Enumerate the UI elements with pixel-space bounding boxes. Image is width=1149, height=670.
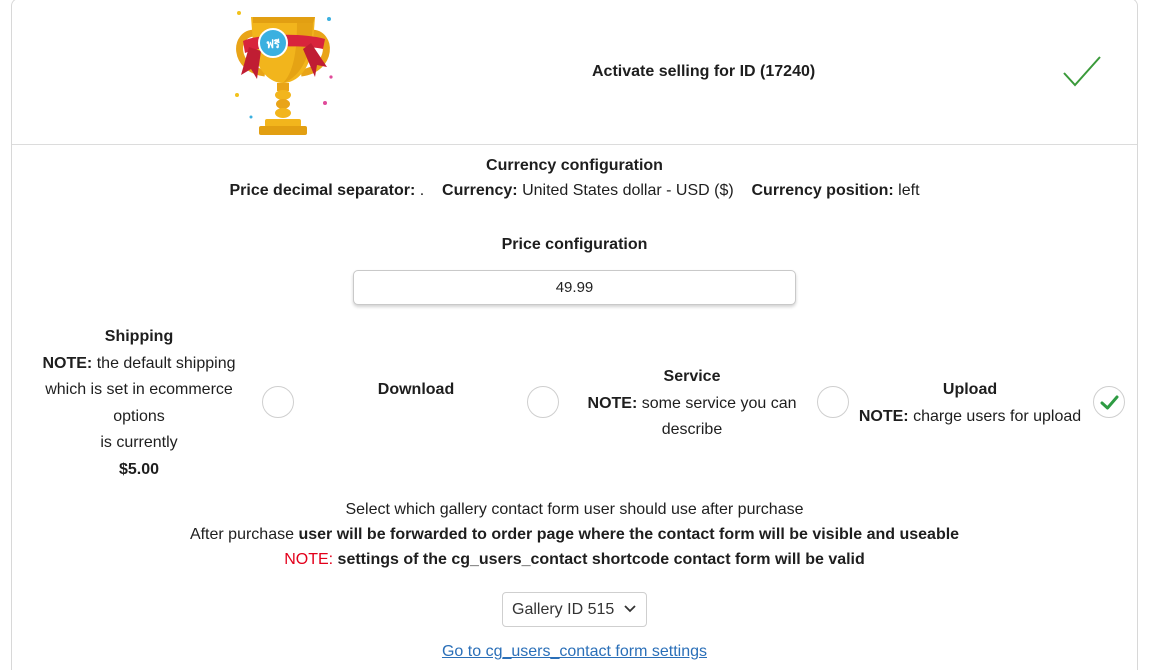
after-purchase-text: user will be forwarded to order page whe… (298, 526, 960, 543)
shipping-note-line1: the default shipping (96, 354, 236, 372)
decimal-separator-label: Price decimal separator: (229, 182, 416, 199)
currency-heading: Currency configuration (486, 157, 663, 174)
service-note-label: NOTE: (587, 394, 638, 412)
shipping-option: Shipping NOTE: the default shipping whic… (28, 324, 250, 483)
shipping-title: Shipping (104, 328, 174, 345)
shipping-amount: $5.00 (118, 460, 160, 478)
contact-form-forward-info: After purchase user will be forwarded to… (0, 526, 1149, 544)
price-heading: Price configuration (501, 236, 648, 253)
upload-radio[interactable] (1093, 386, 1125, 418)
chevron-down-icon (624, 605, 636, 613)
trophy-badge-text: ฟรี (266, 38, 280, 51)
shipping-radio[interactable] (262, 386, 294, 418)
service-note-line1: some service you can (641, 394, 797, 412)
shipping-note-line4: is currently (100, 434, 178, 451)
currency-details: Price decimal separator: . Currency: Uni… (0, 182, 1149, 200)
trophy-icon: ฟรี (235, 11, 333, 135)
decimal-separator-value: . (419, 182, 425, 199)
contact-note-text: settings of the cg_users_contact shortco… (337, 551, 865, 568)
shipping-note-line2: which is set in ecommerce (45, 381, 233, 398)
upload-note: NOTE: charge users for upload (852, 404, 1088, 431)
currency-position-value: left (898, 182, 920, 199)
activate-selling-title: Activate selling for ID (17240) (592, 63, 816, 80)
currency-position-label: Currency position: (751, 182, 894, 199)
service-note: NOTE: some service you can (578, 391, 806, 418)
contact-settings-link-row: Go to cg_users_contact form settings (0, 643, 1149, 661)
upload-title: Upload (942, 381, 998, 398)
gallery-select[interactable]: Gallery ID 515 (502, 592, 647, 627)
upload-option: Upload NOTE: charge users for upload (852, 377, 1088, 430)
upload-note-text: charge users for upload (913, 407, 1082, 425)
service-radio[interactable] (817, 386, 849, 418)
after-purchase-label: After purchase (189, 526, 294, 543)
contact-form-instruction: Select which gallery contact form user s… (345, 501, 804, 518)
download-radio[interactable] (527, 386, 559, 418)
service-note-line2: describe (661, 421, 723, 438)
contact-note-label: NOTE: (284, 551, 334, 568)
shipping-note-label: NOTE: (42, 354, 93, 372)
shipping-note: NOTE: the default shipping (28, 351, 250, 378)
shipping-note-line3: options (113, 407, 165, 425)
currency-label: Currency: (442, 182, 518, 199)
panel-header: ฟรี Activate selling for ID (17240) (12, 0, 1137, 145)
price-input[interactable]: 49.99 (353, 270, 796, 305)
service-option: Service NOTE: some service you can descr… (578, 364, 806, 444)
service-title: Service (663, 368, 721, 385)
upload-checkmark-icon (1100, 395, 1119, 410)
upload-note-label: NOTE: (858, 407, 909, 425)
contact-form-note: NOTE: settings of the cg_users_contact s… (0, 551, 1149, 569)
contact-form-settings-link[interactable]: Go to cg_users_contact form settings (442, 643, 707, 660)
currency-value: United States dollar - USD ($) (522, 182, 734, 199)
download-title: Download (377, 381, 455, 398)
checkmark-icon (1063, 56, 1101, 87)
gallery-select-value: Gallery ID 515 (512, 601, 615, 618)
